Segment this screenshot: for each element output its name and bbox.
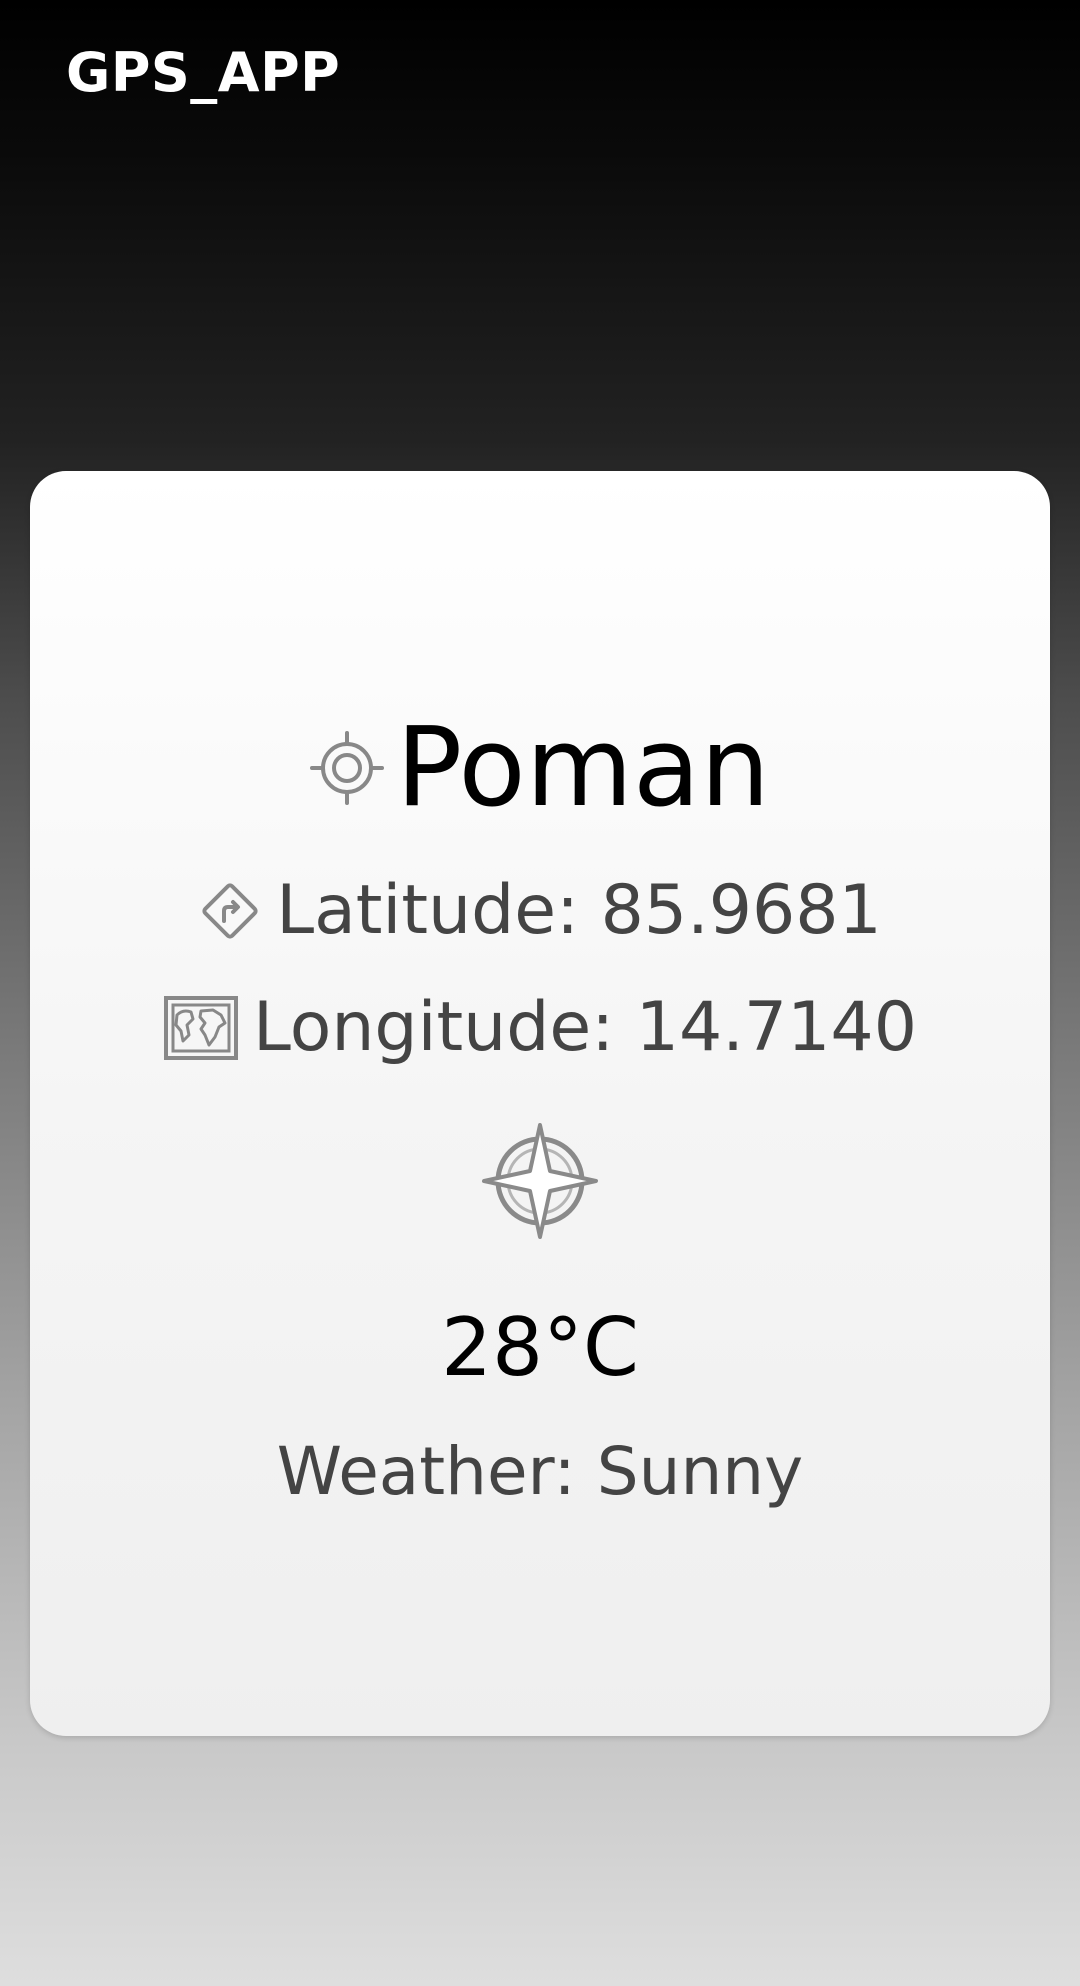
compass-row xyxy=(0,1118,1080,1243)
world-map-icon xyxy=(163,995,239,1061)
directions-sign-icon xyxy=(198,879,262,943)
weather-condition: Weather: Sunny xyxy=(276,1433,804,1510)
city-row: Poman xyxy=(0,705,1080,830)
compass-icon xyxy=(480,1121,600,1241)
temperature-value: 28°C xyxy=(441,1301,639,1394)
app-title: GPS_APP xyxy=(66,41,341,104)
temperature-row: 28°C xyxy=(0,1300,1080,1395)
longitude-value: Longitude: 14.7140 xyxy=(253,988,917,1067)
crosshair-icon xyxy=(310,730,384,805)
city-name: Poman xyxy=(396,703,770,831)
longitude-row: Longitude: 14.7140 xyxy=(0,985,1080,1071)
latitude-value: Latitude: 85.9681 xyxy=(276,871,882,950)
latitude-row: Latitude: 85.9681 xyxy=(0,868,1080,954)
weather-row: Weather: Sunny xyxy=(0,1428,1080,1516)
location-card xyxy=(30,471,1050,1736)
